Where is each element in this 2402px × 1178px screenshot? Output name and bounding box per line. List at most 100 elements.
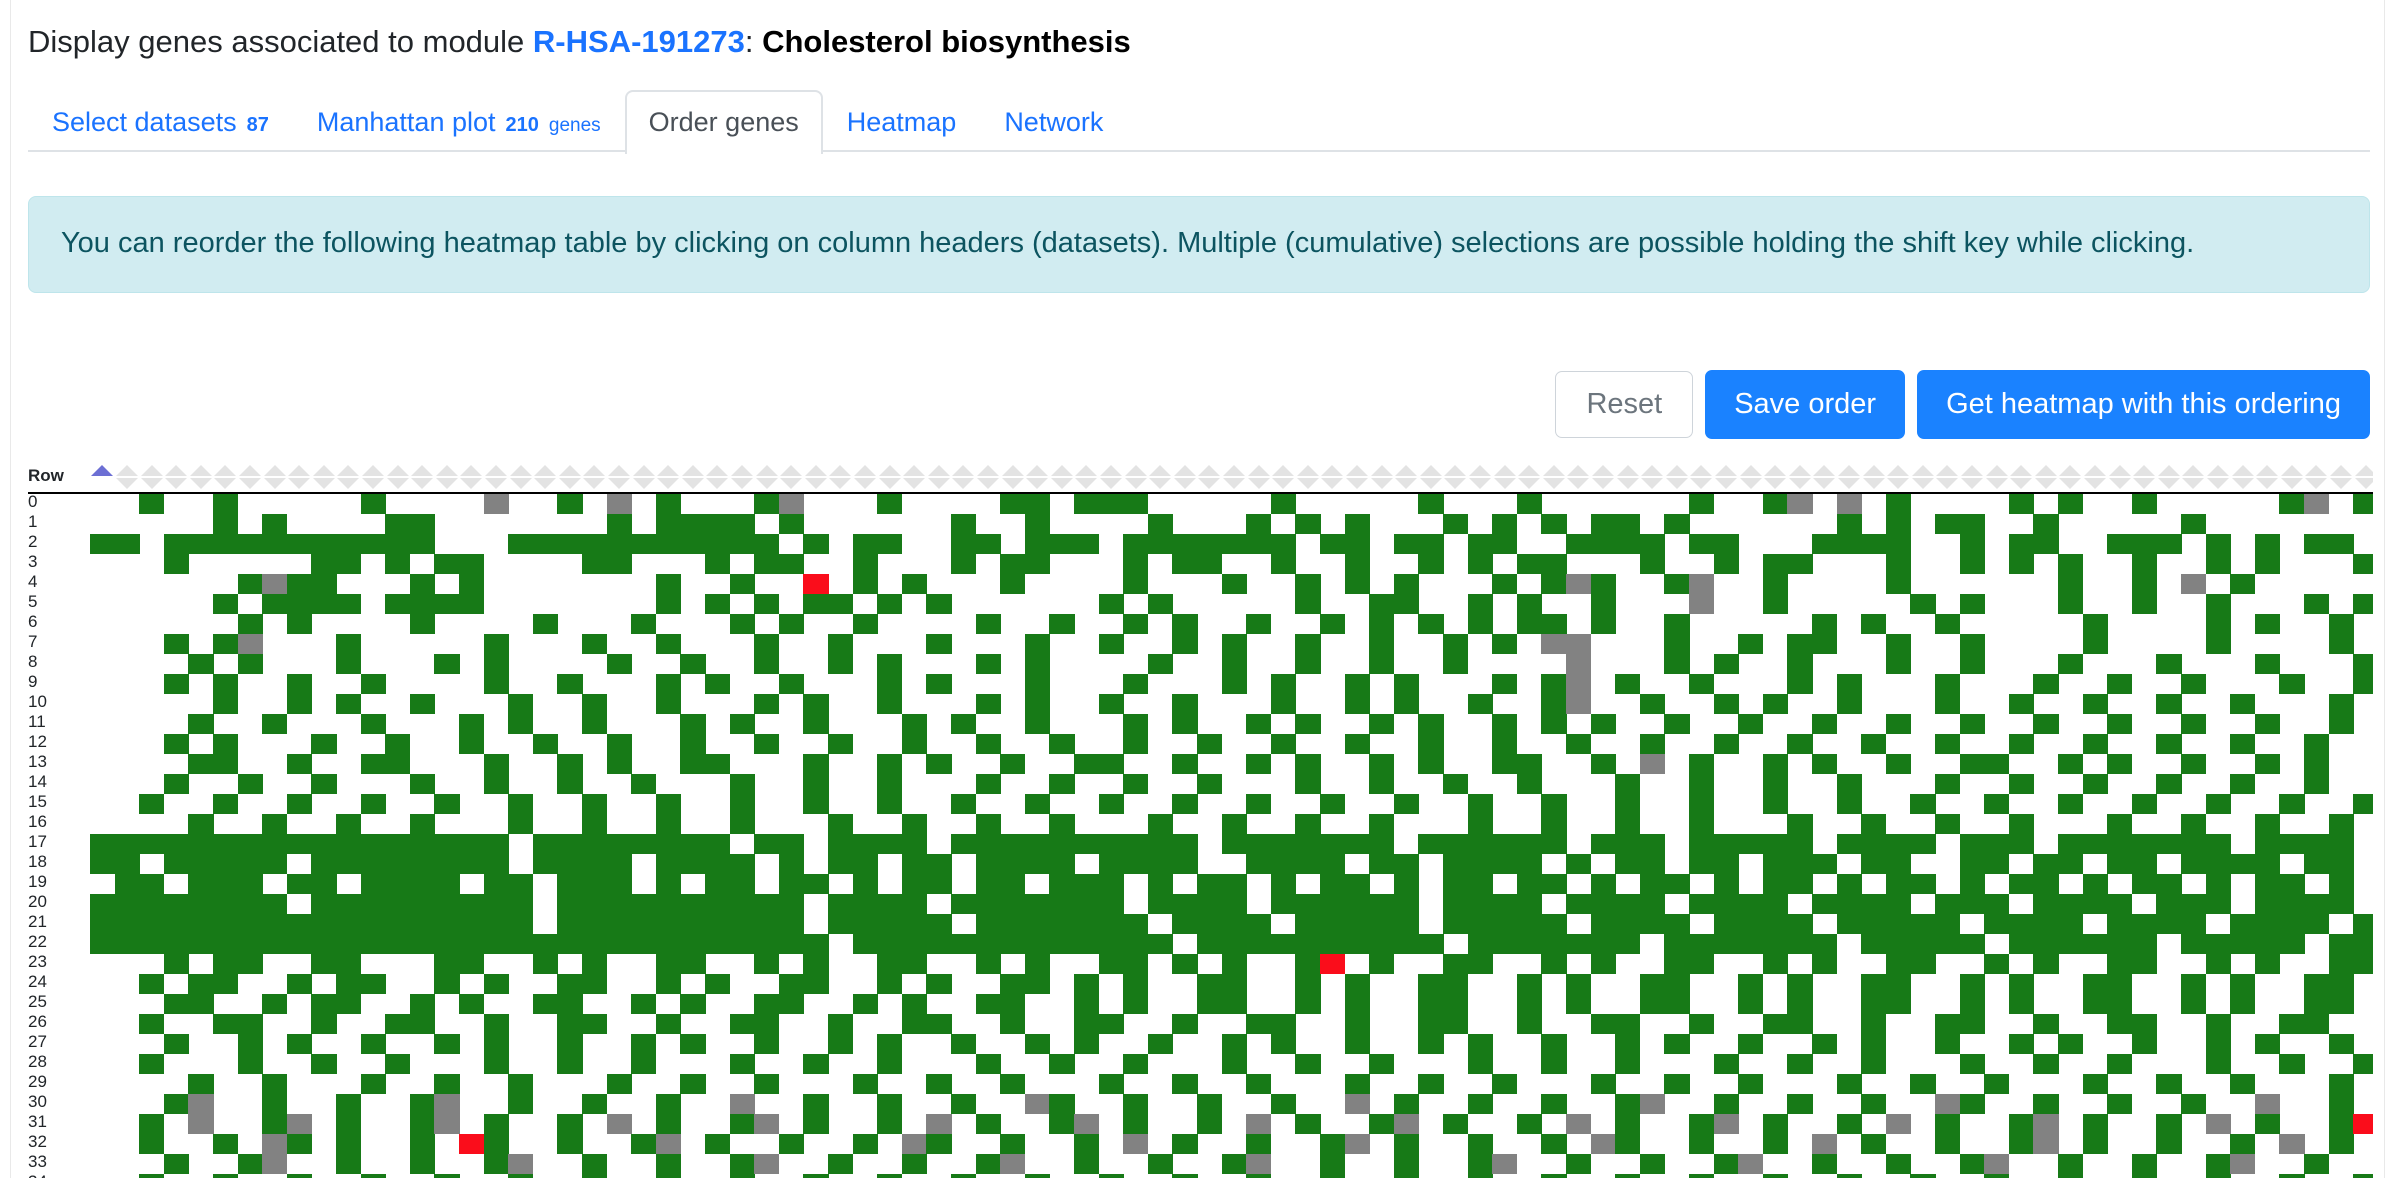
heatmap-cell[interactable]: [532, 614, 558, 634]
heatmap-cell[interactable]: [1959, 754, 1985, 774]
heatmap-cell[interactable]: [1664, 874, 1690, 894]
heatmap-cell[interactable]: [311, 994, 337, 1014]
heatmap-cell[interactable]: [803, 1094, 829, 1114]
heatmap-cell[interactable]: [1418, 1034, 1444, 1054]
heatmap-cell[interactable]: [2058, 934, 2084, 954]
column-sort-icon[interactable]: [1222, 464, 1245, 490]
heatmap-cell[interactable]: [434, 974, 460, 994]
heatmap-cell[interactable]: [1369, 934, 1395, 954]
heatmap-cell[interactable]: [1295, 774, 1321, 794]
save-order-button[interactable]: Save order: [1705, 370, 1906, 439]
heatmap-cell[interactable]: [1959, 974, 1985, 994]
heatmap-cell[interactable]: [877, 1054, 903, 1074]
heatmap-cell[interactable]: [237, 1154, 263, 1174]
heatmap-cell[interactable]: [582, 714, 608, 734]
heatmap-cell[interactable]: [434, 554, 460, 574]
heatmap-cell[interactable]: [1861, 534, 1887, 554]
heatmap-cell[interactable]: [951, 894, 977, 914]
heatmap-cell[interactable]: [2107, 934, 2133, 954]
heatmap-cell[interactable]: [2328, 974, 2354, 994]
heatmap-cell[interactable]: [1959, 654, 1985, 674]
heatmap-cell[interactable]: [2328, 834, 2354, 854]
heatmap-cell[interactable]: [705, 534, 731, 554]
heatmap-cell[interactable]: [1689, 774, 1715, 794]
heatmap-cell[interactable]: [409, 1114, 435, 1134]
heatmap-cell[interactable]: [1147, 854, 1173, 874]
heatmap-cell[interactable]: [1000, 894, 1026, 914]
heatmap-cell[interactable]: [1221, 834, 1247, 854]
heatmap-cell[interactable]: [2156, 654, 2182, 674]
heatmap-cell[interactable]: [2033, 674, 2059, 694]
heatmap-cell[interactable]: [655, 854, 681, 874]
heatmap-cell[interactable]: [1541, 1054, 1567, 1074]
heatmap-cell[interactable]: [1024, 934, 1050, 954]
heatmap-cell[interactable]: [1000, 974, 1026, 994]
heatmap-cell[interactable]: [360, 1174, 386, 1178]
heatmap-cell[interactable]: [828, 634, 854, 654]
heatmap-cell[interactable]: [1812, 534, 1838, 554]
heatmap-cell[interactable]: [2279, 494, 2305, 514]
heatmap-cell[interactable]: [2082, 614, 2108, 634]
heatmap-cell[interactable]: [655, 794, 681, 814]
heatmap-cell[interactable]: [2230, 1134, 2256, 1154]
column-sort-icon[interactable]: [976, 464, 999, 490]
heatmap-cell[interactable]: [1935, 814, 1961, 834]
heatmap-cell[interactable]: [803, 794, 829, 814]
heatmap-cell[interactable]: [1147, 514, 1173, 534]
heatmap-cell[interactable]: [1024, 1034, 1050, 1054]
heatmap-cell[interactable]: [2230, 574, 2256, 594]
heatmap-cell[interactable]: [1246, 934, 1272, 954]
heatmap-cell[interactable]: [1762, 494, 1788, 514]
heatmap-cell[interactable]: [2033, 894, 2059, 914]
heatmap-cell[interactable]: [2304, 854, 2330, 874]
heatmap-cell[interactable]: [1689, 574, 1715, 594]
heatmap-cell[interactable]: [1467, 854, 1493, 874]
heatmap-cell[interactable]: [1197, 554, 1223, 574]
heatmap-cell[interactable]: [336, 854, 362, 874]
heatmap-cell[interactable]: [2353, 654, 2373, 674]
heatmap-cell[interactable]: [2131, 934, 2157, 954]
heatmap-cell[interactable]: [2205, 1014, 2231, 1034]
heatmap-cell[interactable]: [286, 934, 312, 954]
heatmap-cell[interactable]: [1467, 894, 1493, 914]
heatmap-cell[interactable]: [1959, 594, 1985, 614]
heatmap-cell[interactable]: [582, 534, 608, 554]
heatmap-cell[interactable]: [1000, 1134, 1026, 1154]
heatmap-cell[interactable]: [1443, 914, 1469, 934]
heatmap-cell[interactable]: [163, 1034, 189, 1054]
get-heatmap-button[interactable]: Get heatmap with this ordering: [1917, 370, 2370, 439]
heatmap-cell[interactable]: [754, 1014, 780, 1034]
heatmap-cell[interactable]: [680, 514, 706, 534]
heatmap-cell[interactable]: [680, 994, 706, 1014]
heatmap-cell[interactable]: [1098, 934, 1124, 954]
heatmap-cell[interactable]: [680, 954, 706, 974]
heatmap-cell[interactable]: [1295, 994, 1321, 1014]
heatmap-cell[interactable]: [901, 1154, 927, 1174]
heatmap-cell[interactable]: [1541, 634, 1567, 654]
heatmap-cell[interactable]: [1443, 974, 1469, 994]
heatmap-cell[interactable]: [1885, 554, 1911, 574]
heatmap-cell[interactable]: [655, 874, 681, 894]
heatmap-cell[interactable]: [2205, 834, 2231, 854]
column-sort-icon[interactable]: [312, 464, 335, 490]
heatmap-cell[interactable]: [1344, 874, 1370, 894]
heatmap-cell[interactable]: [655, 1154, 681, 1174]
heatmap-cell[interactable]: [557, 854, 583, 874]
heatmap-cell[interactable]: [360, 874, 386, 894]
heatmap-cell[interactable]: [237, 774, 263, 794]
column-sort-icon[interactable]: [2083, 464, 2106, 490]
column-sort-icon[interactable]: [2108, 464, 2131, 490]
heatmap-cell[interactable]: [852, 894, 878, 914]
heatmap-cell[interactable]: [1713, 834, 1739, 854]
heatmap-cell[interactable]: [360, 914, 386, 934]
heatmap-cell[interactable]: [852, 1074, 878, 1094]
heatmap-cell[interactable]: [1074, 1154, 1100, 1174]
heatmap-cell[interactable]: [1172, 794, 1198, 814]
heatmap-cell[interactable]: [1738, 914, 1764, 934]
heatmap-cell[interactable]: [1615, 1094, 1641, 1114]
heatmap-cell[interactable]: [2205, 794, 2231, 814]
column-sort-icon[interactable]: [214, 464, 237, 490]
heatmap-cell[interactable]: [311, 534, 337, 554]
column-sort-icon[interactable]: [288, 464, 311, 490]
heatmap-cell[interactable]: [901, 874, 927, 894]
